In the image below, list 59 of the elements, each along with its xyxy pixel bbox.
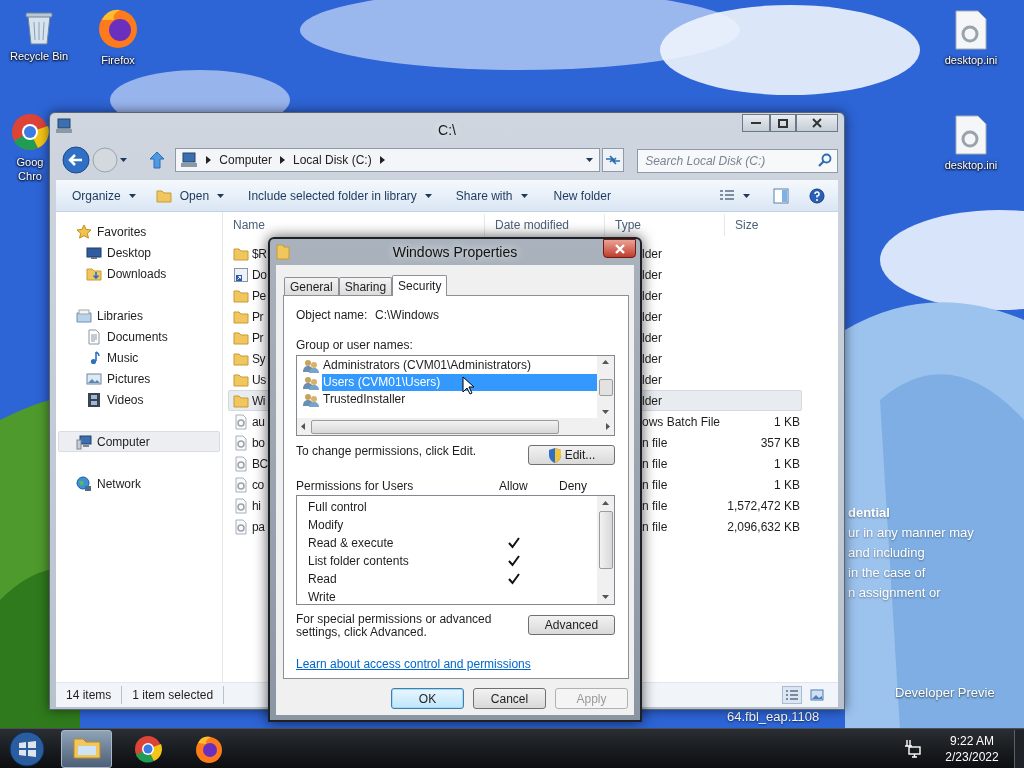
permission-name: Read [308,572,337,586]
watermark-text: Developer Previe [895,684,995,702]
window-title: C:\ [438,120,456,140]
file-name: Do [252,267,267,282]
file-size: 357 KB [759,434,800,452]
permission-name: Modify [308,518,344,532]
file-type: n file [642,456,668,471]
file-name: pa [252,519,265,534]
file-size: 1 KB [773,413,800,431]
field-label: Group or user names: [296,338,414,352]
watermark-text: n assignment or [848,584,942,602]
item-count: 14 items [56,686,123,704]
file-type: lder [642,246,662,261]
file-name: BC [252,456,268,471]
file-type: lder [642,351,662,366]
object-name-value: C:\Windows [375,307,439,324]
file-name: au [252,414,265,429]
file-type: lder [642,288,662,303]
column-header: Allow [499,478,529,495]
watermark-text: in the case of [848,564,927,582]
permission-name: Full control [308,500,367,514]
permission-name: List folder contents [308,554,409,568]
file-type: lder [642,372,662,387]
file-name: $R [252,246,267,261]
file-type: lder [642,267,662,282]
file-name: co [252,477,264,492]
file-name: Pr [252,330,263,345]
file-type: ows Batch File [642,414,721,429]
selection-count: 1 item selected [122,686,225,704]
dialog-title: Windows Properties [392,242,518,262]
file-name: Us [252,372,266,387]
watermark-text: dential [848,504,891,522]
column-header: Deny [559,478,587,495]
field-label: Object name: [296,307,369,324]
file-name: Sy [252,351,265,366]
permission-name: Read & execute [308,536,394,550]
file-type: lder [642,309,662,324]
file-type: n file [642,498,668,513]
file-type: n file [642,477,668,492]
file-name: bo [252,435,265,450]
field-label: Permissions for Users [296,478,415,495]
file-name: Pr [252,309,263,324]
watermark-text: ur in any manner may [848,524,974,542]
file-name: Wi [252,393,265,408]
file-type: n file [642,435,668,450]
watermark-text: and including [848,544,926,562]
advanced-hint: For special permissions or advanced settings, click Advanced. [296,613,493,639]
file-name: Pe [252,288,266,303]
watermark-text: 64.fbl_eap.1108 [727,708,820,726]
file-size: 1 KB [773,476,800,494]
file-type: lder [642,393,662,408]
permission-name: Write [308,590,336,604]
file-size: 1,572,472 KB [726,497,800,515]
file-type: lder [642,330,662,345]
permission-hint: To change permissions, click Edit. [296,443,477,460]
file-size: 2,096,632 KB [726,518,800,536]
file-type: n file [642,519,668,534]
file-size: 1 KB [773,455,800,473]
file-name: hi [252,498,261,513]
